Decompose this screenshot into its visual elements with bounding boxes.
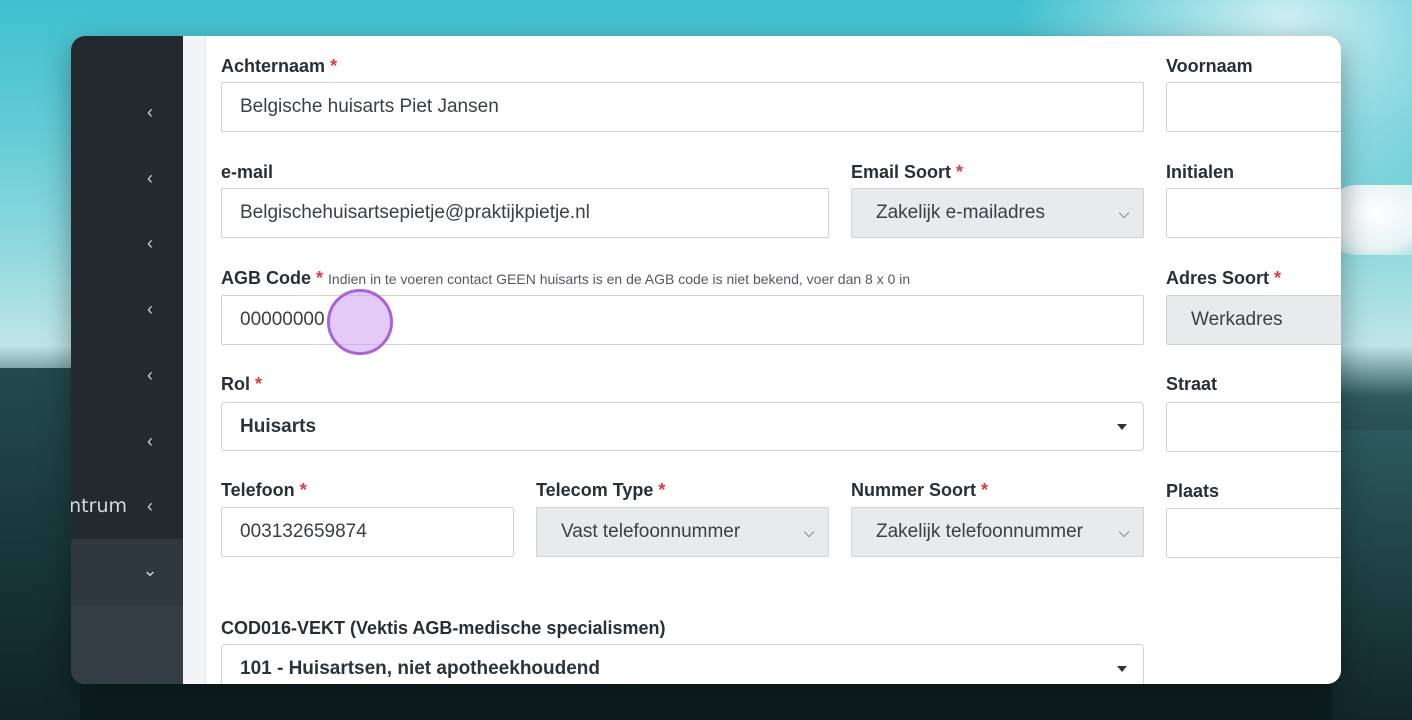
sidebar-item-7[interactable]: ntrum ‹ [71, 473, 183, 539]
chevron-down-icon: ⌵ [1118, 524, 1130, 540]
background-hill-left [0, 368, 80, 720]
caret-down-icon [1117, 666, 1127, 672]
initialen-input[interactable] [1166, 188, 1341, 238]
sidebar-item-6[interactable]: ‹ [71, 408, 183, 474]
chevron-left-icon: ‹ [147, 102, 153, 122]
chevron-left-icon: ‹ [147, 168, 153, 188]
caret-down-icon [1117, 424, 1127, 430]
voornaam-label: Voornaam [1166, 56, 1253, 76]
sidebar-item-1[interactable]: ‹ [71, 79, 183, 145]
plaats-label: Plaats [1166, 481, 1220, 501]
rol-select[interactable]: Huisarts [221, 402, 1144, 451]
chevron-down-icon: ⌄ [142, 560, 158, 580]
email-label: e-mail [221, 162, 274, 182]
chevron-left-icon: ‹ [147, 431, 153, 451]
cod016-select[interactable]: 101 - Huisartsen, niet apotheekhoudend [221, 644, 1144, 684]
sidebar-item-5[interactable]: ‹ [71, 342, 183, 408]
email-input[interactable]: Belgischehuisartsepietje@praktijkpietje.… [221, 188, 829, 238]
sidebar-item-label: ntrum [71, 495, 127, 517]
chevron-left-icon: ‹ [147, 233, 153, 253]
chevron-down-icon: ⌵ [803, 524, 815, 540]
agb-code-hint: Indien in te voeren contact GEEN huisart… [328, 271, 911, 287]
nummer-soort-select[interactable]: Zakelijk telefoonnummer ⌵ [851, 507, 1144, 557]
rol-label: Rol * [221, 374, 263, 394]
adres-soort-select[interactable]: Werkadres [1166, 295, 1341, 345]
chevron-down-icon: ⌵ [1118, 205, 1130, 221]
sidebar-item-4[interactable]: ‹ [71, 276, 183, 342]
email-soort-select[interactable]: Zakelijk e-mailadres ⌵ [851, 188, 1144, 238]
chevron-left-icon: ‹ [147, 365, 153, 385]
telecom-type-select[interactable]: Vast telefoonnummer ⌵ [536, 507, 829, 557]
app-window: ‹ ‹ ‹ ‹ ‹ ‹ ntrum ‹ ⌄ Achternaam * Belgi… [71, 36, 1341, 684]
straat-label: Straat [1166, 374, 1218, 394]
initialen-label: Initialen [1166, 162, 1235, 182]
telefoon-label: Telefoon * [221, 480, 307, 500]
chevron-left-icon: ‹ [147, 496, 153, 516]
sidebar-divider [183, 36, 206, 684]
click-indicator [327, 289, 393, 355]
background-hill-right [1332, 430, 1412, 720]
plaats-input[interactable] [1166, 508, 1341, 558]
contact-form: Achternaam * Belgische huisarts Piet Jan… [206, 36, 1341, 684]
voornaam-input[interactable] [1166, 82, 1341, 132]
cod016-label: COD016-VEKT (Vektis AGB-medische special… [221, 618, 666, 638]
achternaam-input[interactable]: Belgische huisarts Piet Jansen [221, 82, 1144, 132]
sidebar: ‹ ‹ ‹ ‹ ‹ ‹ ntrum ‹ ⌄ [71, 36, 183, 684]
agb-code-label: AGB Code * Indien in te voeren contact G… [221, 268, 911, 288]
chevron-left-icon: ‹ [147, 299, 153, 319]
nummer-soort-label: Nummer Soort * [851, 480, 989, 500]
sidebar-item-8-expanded[interactable]: ⌄ [71, 539, 183, 605]
telecom-type-label: Telecom Type * [536, 480, 666, 500]
sidebar-item-2[interactable]: ‹ [71, 145, 183, 211]
achternaam-label: Achternaam * [221, 56, 338, 76]
adres-soort-label: Adres Soort * [1166, 268, 1282, 288]
sidebar-submenu [71, 605, 183, 684]
straat-input[interactable] [1166, 402, 1341, 452]
telefoon-input[interactable]: 003132659874 [221, 507, 514, 557]
email-soort-label: Email Soort * [851, 162, 964, 182]
sidebar-item-3[interactable]: ‹ [71, 210, 183, 276]
